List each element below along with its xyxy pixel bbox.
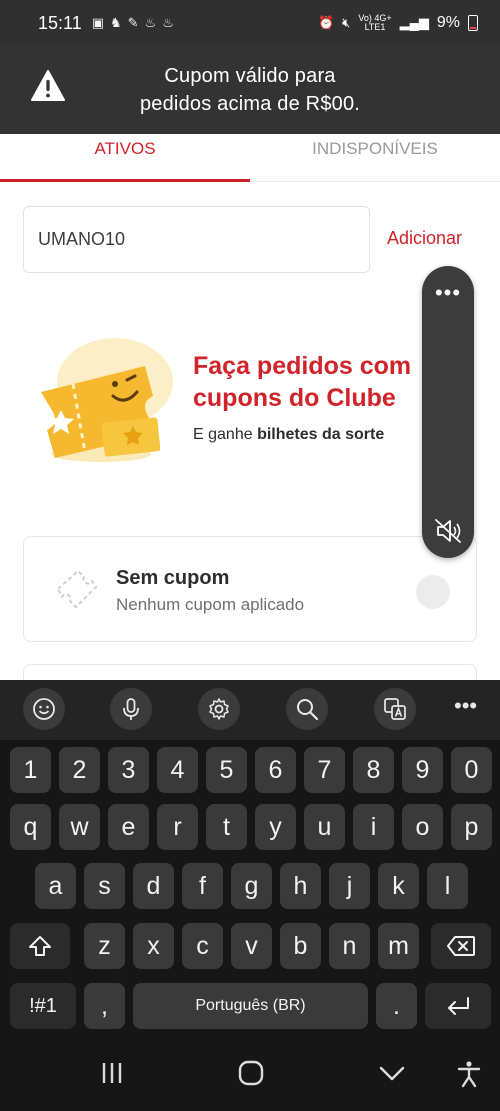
flame-icon: ♨ — [162, 15, 174, 30]
key-b[interactable]: b — [280, 923, 321, 969]
key-2[interactable]: 2 — [59, 747, 100, 793]
key-y[interactable]: y — [255, 804, 296, 850]
translate-icon[interactable] — [374, 688, 416, 730]
system-indicators: ⏰ 🔇︎ Vo) 4G+ LTE1 ▂▄▆ 9% — [318, 14, 478, 32]
key-3[interactable]: 3 — [108, 747, 149, 793]
key-5[interactable]: 5 — [206, 747, 247, 793]
ticket-icon — [57, 570, 97, 608]
coupon-card[interactable] — [23, 664, 477, 680]
backspace-key[interactable] — [431, 923, 491, 969]
key-p[interactable]: p — [451, 804, 492, 850]
battery-percent: 9% — [436, 14, 460, 31]
search-icon[interactable] — [286, 688, 328, 730]
key-v[interactable]: v — [231, 923, 272, 969]
soft-keyboard: ••• 1 2 3 4 5 6 7 8 9 0 q w e r t y u i … — [0, 680, 500, 1044]
app-notification-icon: ♞ — [110, 15, 122, 30]
key-period[interactable]: . — [376, 983, 417, 1029]
promo-subtitle: E ganhe bilhetes da sorte — [193, 426, 384, 444]
key-r[interactable]: r — [157, 804, 198, 850]
promo-subtitle-bold: bilhetes da sorte — [257, 426, 385, 443]
toast-line-1: Cupom válido para — [164, 65, 336, 87]
key-x[interactable]: x — [133, 923, 174, 969]
key-q[interactable]: q — [10, 804, 51, 850]
tab-indisponiveis[interactable]: INDISPONÍVEIS — [250, 134, 500, 181]
key-h[interactable]: h — [280, 863, 321, 909]
tab-ativos[interactable]: ATIVOS — [0, 134, 250, 182]
chevron-down-icon[interactable] — [378, 1060, 406, 1086]
recent-apps-icon[interactable] — [99, 1060, 125, 1086]
enter-key[interactable] — [425, 983, 491, 1029]
warning-icon — [31, 70, 65, 101]
microphone-icon[interactable] — [110, 688, 152, 730]
status-bar: 15:11 ▣ ♞ ✎ ♨ ♨ ⏰ 🔇︎ Vo) 4G+ LTE1 ▂▄▆ 9% — [0, 0, 500, 46]
key-a[interactable]: a — [35, 863, 76, 909]
mute-icon: 🔇︎ — [342, 15, 351, 30]
enter-icon — [448, 997, 469, 1015]
key-d[interactable]: d — [133, 863, 174, 909]
toast-banner: Cupom válido para pedidos acima de R$00. — [0, 46, 500, 134]
system-nav-bar — [0, 1044, 500, 1111]
network-label: Vo) 4G+ LTE1 — [358, 13, 392, 32]
keyboard-toolbar: ••• — [0, 680, 500, 740]
key-4[interactable]: 4 — [157, 747, 198, 793]
home-icon[interactable] — [238, 1060, 264, 1086]
key-l[interactable]: l — [427, 863, 468, 909]
coupon-ticket-illustration — [41, 338, 173, 462]
accessibility-icon[interactable] — [456, 1060, 482, 1088]
key-e[interactable]: e — [108, 804, 149, 850]
key-o[interactable]: o — [402, 804, 443, 850]
signal-icon: ▂▄▆ — [399, 15, 429, 30]
backspace-icon — [447, 936, 475, 956]
more-options-icon[interactable]: ••• — [454, 693, 477, 719]
no-coupon-subtitle: Nenhum cupom aplicado — [116, 595, 305, 614]
key-comma[interactable]: , — [84, 983, 125, 1029]
flame-icon: ♨ — [144, 15, 157, 30]
key-c[interactable]: c — [182, 923, 223, 969]
no-coupon-radio[interactable] — [416, 575, 450, 609]
promo-subtitle-prefix: E ganhe — [193, 426, 258, 443]
key-9[interactable]: 9 — [402, 747, 443, 793]
battery-icon — [468, 15, 478, 31]
key-7[interactable]: 7 — [304, 747, 345, 793]
club-promo-banner[interactable]: Faça pedidos com cupons do Clube E ganhe… — [23, 294, 483, 514]
shift-key[interactable] — [10, 923, 70, 969]
no-coupon-option[interactable]: Sem cupom Nenhum cupom aplicado — [23, 536, 477, 642]
key-n[interactable]: n — [329, 923, 370, 969]
no-coupon-title: Sem cupom — [116, 567, 230, 589]
key-8[interactable]: 8 — [353, 747, 394, 793]
symbols-key[interactable]: !#1 — [10, 983, 76, 1029]
key-s[interactable]: s — [84, 863, 125, 909]
key-f[interactable]: f — [182, 863, 223, 909]
coupon-code-input[interactable]: UMANO10 — [23, 206, 370, 273]
status-time: 15:11 — [38, 12, 82, 33]
emoji-icon[interactable] — [23, 688, 65, 730]
key-j[interactable]: j — [329, 863, 370, 909]
key-z[interactable]: z — [84, 923, 125, 969]
key-w[interactable]: w — [59, 804, 100, 850]
gear-icon[interactable] — [198, 688, 240, 730]
notification-icons: ▣ ♞ ✎ ♨ ♨ — [92, 15, 174, 31]
more-options-icon[interactable]: ••• — [422, 280, 474, 306]
key-i[interactable]: i — [353, 804, 394, 850]
space-bar[interactable]: Português (BR) — [133, 983, 368, 1029]
alarm-icon: ⏰ — [317, 15, 335, 30]
key-g[interactable]: g — [231, 863, 272, 909]
coupon-tabs: ATIVOS INDISPONÍVEIS — [0, 134, 500, 182]
key-m[interactable]: m — [378, 923, 419, 969]
key-1[interactable]: 1 — [10, 747, 51, 793]
app-notification-icon: ✎ — [127, 15, 139, 30]
floating-side-panel[interactable]: ••• — [422, 266, 474, 558]
add-coupon-button[interactable]: Adicionar — [387, 228, 462, 249]
key-6[interactable]: 6 — [255, 747, 296, 793]
key-u[interactable]: u — [304, 804, 345, 850]
key-0[interactable]: 0 — [451, 747, 492, 793]
shift-icon — [29, 936, 51, 956]
toast-line-2: pedidos acima de R$00. — [139, 93, 361, 115]
speaker-muted-icon[interactable] — [434, 518, 462, 544]
key-k[interactable]: k — [378, 863, 419, 909]
key-t[interactable]: t — [206, 804, 247, 850]
toast-message: Cupom válido para pedidos acima de R$00. — [0, 62, 500, 118]
app-notification-icon: ▣ — [91, 15, 105, 30]
